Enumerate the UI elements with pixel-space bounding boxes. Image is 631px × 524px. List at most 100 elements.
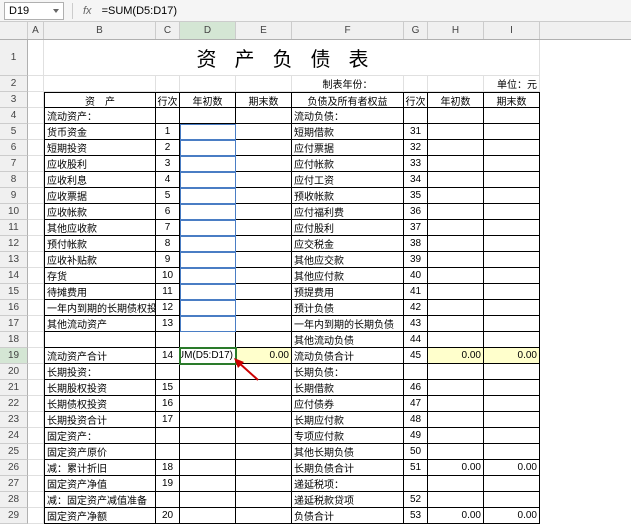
begin-bal2[interactable] [428,108,484,124]
begin-bal[interactable] [180,444,236,460]
asset-item[interactable] [44,332,156,348]
end-bal[interactable] [236,444,292,460]
end-bal[interactable] [236,476,292,492]
row-header[interactable]: 27 [0,476,28,492]
liab-item[interactable]: 递延税款贷项 [292,492,404,508]
end-bal2[interactable] [484,476,540,492]
cell[interactable] [28,332,44,348]
cell[interactable] [28,444,44,460]
row-header[interactable]: 11 [0,220,28,236]
seq2[interactable]: 33 [404,156,428,172]
col-header-G[interactable]: G [404,22,428,39]
seq[interactable]: 18 [156,460,180,476]
seq[interactable] [156,428,180,444]
hdr-liab[interactable]: 负债及所有者权益 [292,92,404,108]
col-header-A[interactable]: A [28,22,44,39]
row-header[interactable]: 25 [0,444,28,460]
end-bal2[interactable] [484,380,540,396]
begin-bal2[interactable] [428,300,484,316]
asset-item[interactable]: 货币资金 [44,124,156,140]
end-bal2[interactable] [484,108,540,124]
begin-bal[interactable] [180,252,236,268]
formula-input[interactable]: =SUM(D5:D17) [98,5,631,17]
row-header[interactable]: 16 [0,300,28,316]
cell[interactable] [28,476,44,492]
end-bal2[interactable] [484,428,540,444]
seq[interactable]: 19 [156,476,180,492]
end-bal[interactable] [236,268,292,284]
cell[interactable] [28,188,44,204]
cell[interactable] [236,76,292,92]
end-bal[interactable] [236,140,292,156]
begin-bal[interactable] [180,412,236,428]
seq[interactable]: 10 [156,268,180,284]
liab-item[interactable]: 负债合计 [292,508,404,524]
end-bal2[interactable] [484,220,540,236]
asset-item[interactable]: 固定资产净额 [44,508,156,524]
row-header[interactable]: 19 [0,348,28,364]
begin-bal2[interactable] [428,428,484,444]
cell[interactable] [28,508,44,524]
end-bal[interactable] [236,252,292,268]
liab-item[interactable]: 预计负债 [292,300,404,316]
begin-bal2[interactable] [428,444,484,460]
asset-item[interactable]: 固定资产原价 [44,444,156,460]
asset-item[interactable]: 流动资产合计 [44,348,156,364]
cell[interactable] [28,460,44,476]
end-bal2[interactable] [484,124,540,140]
asset-item[interactable]: 其他应收款 [44,220,156,236]
seq[interactable]: 15 [156,380,180,396]
year-label[interactable]: 制表年份： [292,76,404,92]
begin-bal[interactable] [180,220,236,236]
end-bal[interactable] [236,284,292,300]
cell[interactable] [28,172,44,188]
row-header[interactable]: 6 [0,140,28,156]
begin-bal2[interactable] [428,396,484,412]
hdr-seq2[interactable]: 行次 [404,92,428,108]
cell[interactable] [28,124,44,140]
hdr-asset[interactable]: 资 产 [44,92,156,108]
begin-bal2[interactable] [428,140,484,156]
seq2[interactable]: 52 [404,492,428,508]
unit-label[interactable]: 单位：元 [484,76,540,92]
seq2[interactable]: 53 [404,508,428,524]
begin-bal[interactable] [180,300,236,316]
col-header-B[interactable]: B [44,22,156,39]
end-bal[interactable] [236,332,292,348]
asset-item[interactable]: 预付帐款 [44,236,156,252]
cell[interactable] [28,76,44,92]
begin-bal2[interactable] [428,124,484,140]
end-bal2[interactable] [484,364,540,380]
asset-item[interactable]: 短期投资 [44,140,156,156]
row-header[interactable]: 8 [0,172,28,188]
col-header-D[interactable]: D [180,22,236,39]
seq[interactable]: 13 [156,316,180,332]
begin-bal[interactable] [180,364,236,380]
cell[interactable] [28,268,44,284]
begin-bal[interactable] [180,268,236,284]
begin-bal[interactable] [180,188,236,204]
row-header[interactable]: 12 [0,236,28,252]
begin-bal[interactable] [180,204,236,220]
begin-bal[interactable] [180,508,236,524]
end-bal2[interactable] [484,444,540,460]
seq2[interactable]: 50 [404,444,428,460]
end-bal[interactable] [236,396,292,412]
end-bal[interactable] [236,412,292,428]
cell[interactable] [28,220,44,236]
seq2[interactable] [404,476,428,492]
liab-item[interactable]: 应付股利 [292,220,404,236]
asset-item[interactable]: 一年内到期的长期债权投资 [44,300,156,316]
seq[interactable]: 12 [156,300,180,316]
asset-item[interactable]: 长期股权投资 [44,380,156,396]
begin-bal[interactable] [180,172,236,188]
seq2[interactable]: 36 [404,204,428,220]
seq[interactable] [156,444,180,460]
row-header[interactable]: 7 [0,156,28,172]
seq2[interactable]: 45 [404,348,428,364]
end-bal[interactable] [236,188,292,204]
asset-item[interactable]: 待摊费用 [44,284,156,300]
begin-bal2[interactable] [428,380,484,396]
begin-bal2[interactable] [428,204,484,220]
select-all[interactable] [0,22,28,39]
